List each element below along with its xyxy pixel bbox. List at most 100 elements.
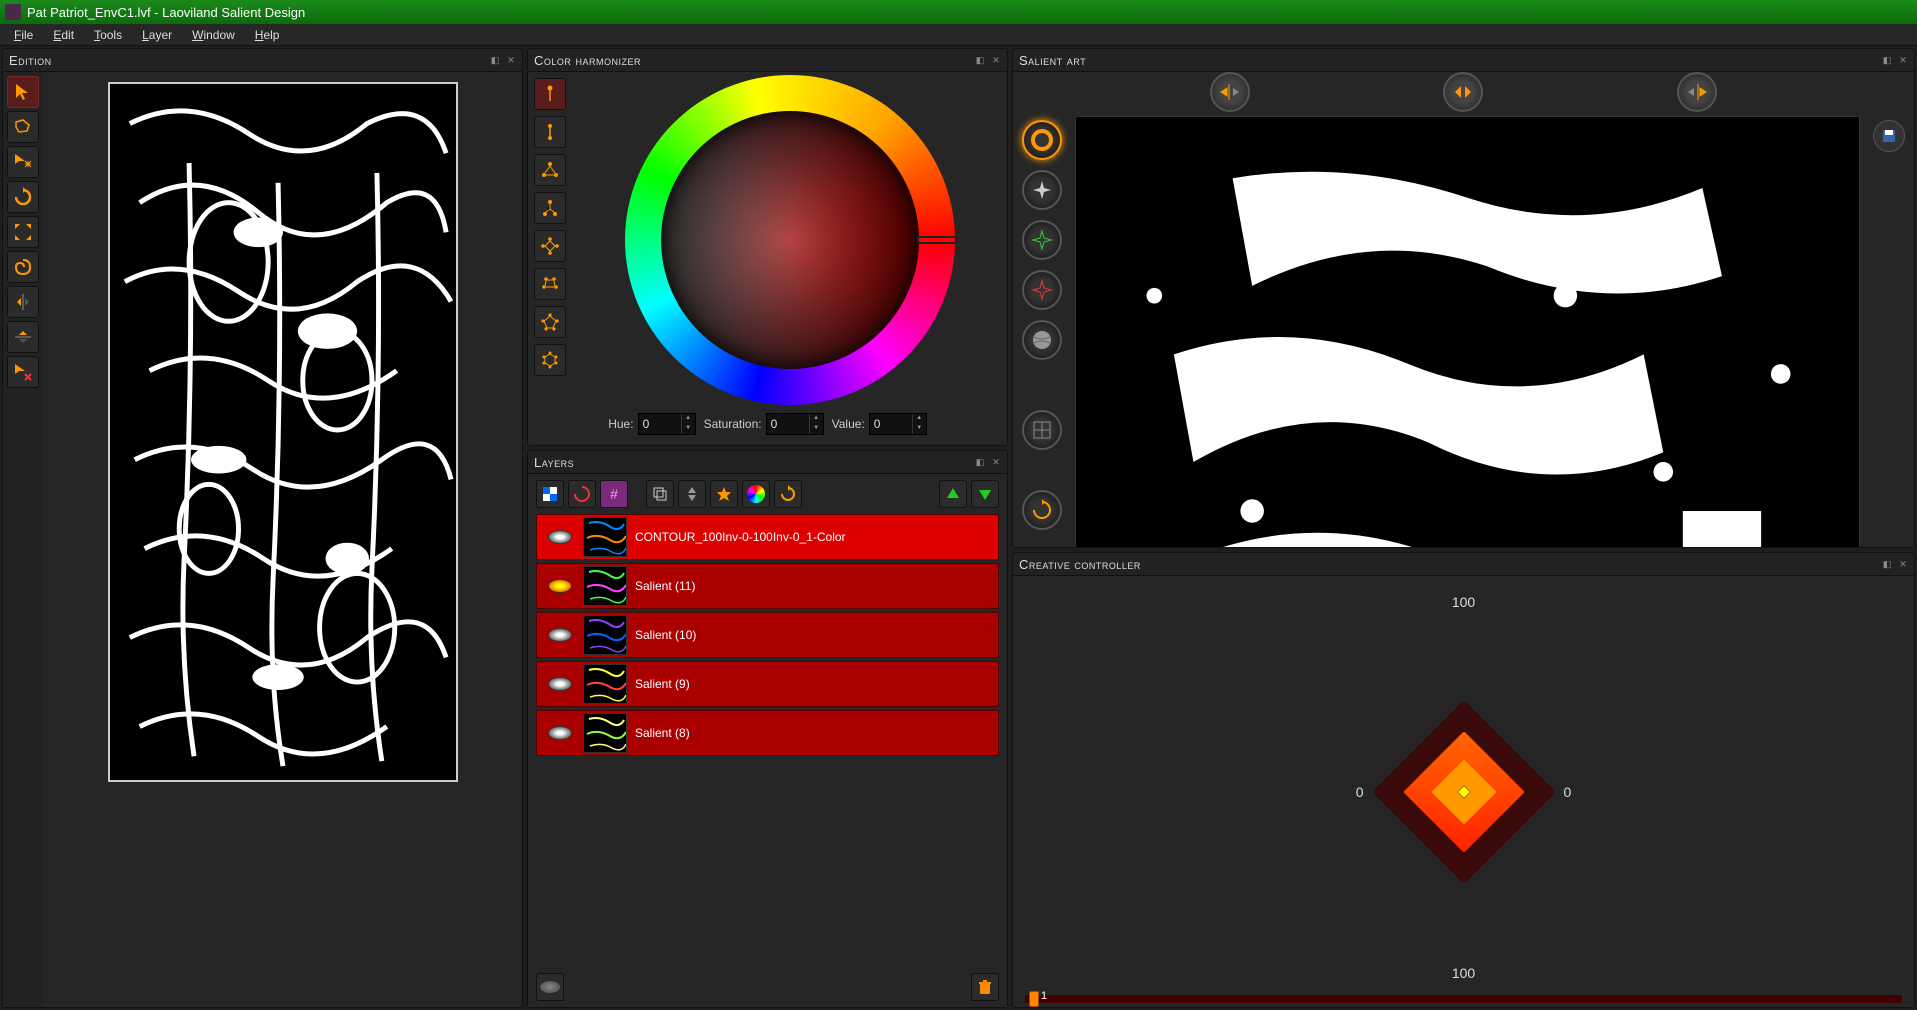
hue-input[interactable]: 0▲▼ [638, 413, 696, 435]
panel-layers: Layers ◧✕ # [527, 450, 1008, 1008]
tool-flip-h[interactable] [7, 321, 39, 353]
harmony-mono[interactable] [534, 78, 566, 110]
menu-layer[interactable]: Layer [132, 26, 182, 44]
layer-row[interactable]: Salient (8) [536, 710, 999, 756]
edition-toolbar [3, 72, 43, 1007]
sat-up[interactable]: ▲ [810, 414, 823, 424]
cc-slider[interactable]: 1 [1025, 995, 1902, 1003]
tool-flip-v[interactable] [7, 286, 39, 318]
salient-flip-left[interactable] [1210, 72, 1250, 112]
panel-title-color-harmonizer: Color harmonizer [534, 53, 641, 68]
sat-down[interactable]: ▼ [810, 424, 823, 434]
panel-dock-icon[interactable]: ◧ [975, 55, 985, 65]
panel-close-icon[interactable]: ✕ [991, 55, 1001, 65]
layer-add-checker[interactable] [536, 480, 564, 508]
panel-dock-icon[interactable]: ◧ [975, 457, 985, 467]
value-label: Value: [832, 417, 865, 431]
menu-edit[interactable]: Edit [43, 26, 84, 44]
layer-merge-icon[interactable] [678, 480, 706, 508]
layer-row[interactable]: CONTOUR_100Inv-0-100Inv-0_1-Color [536, 514, 999, 560]
layer-visibility-toggle[interactable] [537, 579, 583, 593]
layer-name-label: Salient (9) [635, 677, 998, 691]
cc-label-top: 100 [1452, 594, 1475, 610]
panel-dock-icon[interactable]: ◧ [1882, 559, 1892, 569]
salient-mode-star3[interactable] [1022, 270, 1062, 310]
menu-window[interactable]: Window [182, 26, 245, 44]
layer-visibility-toggle[interactable] [537, 628, 583, 642]
salient-mode-grid[interactable] [1022, 410, 1062, 450]
menu-help[interactable]: Help [245, 26, 290, 44]
panel-dock-icon[interactable]: ◧ [490, 55, 500, 65]
layer-effect-icon[interactable] [710, 480, 738, 508]
salient-mode-star[interactable] [1022, 170, 1062, 210]
tool-rotate[interactable] [7, 181, 39, 213]
salient-mode-globe[interactable] [1022, 320, 1062, 360]
layer-thumbnail [583, 713, 627, 753]
panel-close-icon[interactable]: ✕ [1898, 55, 1908, 65]
layer-move-down[interactable] [971, 480, 999, 508]
layer-visibility-toggle[interactable] [537, 726, 583, 740]
layer-thumbnail [583, 615, 627, 655]
salient-refresh[interactable] [1022, 490, 1062, 530]
edition-canvas[interactable] [108, 82, 458, 782]
layer-swirl-icon[interactable] [568, 480, 596, 508]
harmony-complementary[interactable] [534, 116, 566, 148]
layer-row[interactable]: Salient (11) [536, 563, 999, 609]
layer-visibility-toggle[interactable] [537, 530, 583, 544]
tool-swirl[interactable] [7, 251, 39, 283]
layer-visibility-toggle[interactable] [537, 677, 583, 691]
layer-list[interactable]: CONTOUR_100Inv-0-100Inv-0_1-Color Salient… [528, 514, 1007, 967]
harmony-split[interactable] [534, 192, 566, 224]
harmony-square[interactable] [534, 230, 566, 262]
tool-lasso[interactable] [7, 111, 39, 143]
menu-tools[interactable]: Tools [84, 26, 132, 44]
harmony-triadic[interactable] [534, 154, 566, 186]
hue-up[interactable]: ▲ [682, 414, 695, 424]
layer-row[interactable]: Salient (9) [536, 661, 999, 707]
tool-scale[interactable] [7, 216, 39, 248]
menubar: File Edit Tools Layer Window Help [0, 24, 1917, 46]
tool-delete[interactable] [7, 356, 39, 388]
layer-name-label: Salient (10) [635, 628, 998, 642]
layer-hash-icon[interactable]: # [600, 480, 628, 508]
salient-mode-ring[interactable] [1022, 120, 1062, 160]
harmony-analogous[interactable] [534, 268, 566, 300]
panel-title-edition: Edition [9, 53, 52, 68]
val-up[interactable]: ▲ [913, 414, 926, 424]
salient-canvas[interactable] [1075, 116, 1860, 547]
harmony-pentagon[interactable] [534, 306, 566, 338]
salient-mode-star2[interactable] [1022, 220, 1062, 260]
salient-save-icon[interactable] [1873, 120, 1905, 152]
panel-close-icon[interactable]: ✕ [991, 457, 1001, 467]
layer-refresh-icon[interactable] [774, 480, 802, 508]
value-input[interactable]: 0▲▼ [869, 413, 927, 435]
harmony-hexagon[interactable] [534, 344, 566, 376]
layer-gradient-icon[interactable] [742, 480, 770, 508]
hue-down[interactable]: ▼ [682, 424, 695, 434]
panel-dock-icon[interactable]: ◧ [1882, 55, 1892, 65]
layer-row[interactable]: Salient (10) [536, 612, 999, 658]
layer-name-label: Salient (11) [635, 579, 998, 593]
panel-close-icon[interactable]: ✕ [1898, 559, 1908, 569]
salient-flip-both[interactable] [1443, 72, 1483, 112]
tool-select[interactable] [7, 76, 39, 108]
titlebar: Pat Patriot_EnvC1.lvf - Laoviland Salien… [0, 0, 1917, 24]
panel-close-icon[interactable]: ✕ [506, 55, 516, 65]
layer-delete[interactable] [971, 973, 999, 1001]
menu-file[interactable]: File [4, 26, 43, 44]
color-wheel-inner[interactable] [661, 111, 919, 369]
tool-move[interactable] [7, 146, 39, 178]
cc-diamond[interactable] [1399, 727, 1529, 857]
color-wheel-handle[interactable] [917, 236, 957, 244]
layer-name-label: CONTOUR_100Inv-0-100Inv-0_1-Color [635, 530, 998, 544]
window-title: Pat Patriot_EnvC1.lvf - Laoviland Salien… [27, 5, 305, 20]
layer-move-up[interactable] [939, 480, 967, 508]
harmony-mode-column [528, 72, 572, 407]
color-wheel[interactable] [625, 75, 955, 405]
salient-flip-right[interactable] [1677, 72, 1717, 112]
saturation-input[interactable]: 0▲▼ [766, 413, 824, 435]
layer-toggle-all[interactable] [536, 973, 564, 1001]
layer-duplicate-icon[interactable] [646, 480, 674, 508]
val-down[interactable]: ▼ [913, 424, 926, 434]
cc-slider-handle[interactable] [1029, 991, 1039, 1007]
